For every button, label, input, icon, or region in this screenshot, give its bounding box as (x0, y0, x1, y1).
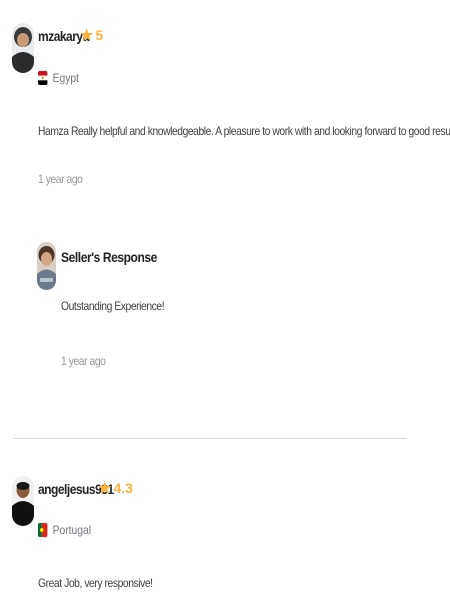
seller-response-time: 1 year ago (61, 354, 106, 368)
reviewer-avatar[interactable] (12, 23, 34, 73)
seller-response-title: Seller's Response (61, 249, 157, 265)
avatar-photo-icon (37, 242, 56, 290)
avatar-photo-icon (12, 23, 34, 73)
rating-badge: ★ 4.3 (98, 480, 133, 496)
rating-badge: ★ 5 (80, 27, 103, 43)
review-divider (13, 438, 407, 439)
country-name: Portugal (52, 523, 92, 537)
avatar-photo-icon (12, 476, 34, 526)
star-icon: ★ (98, 479, 112, 497)
seller-avatar[interactable] (37, 242, 56, 290)
country-name: Egypt (52, 71, 80, 85)
review-text: Hamza Really helpful and knowledgeable. … (38, 124, 450, 138)
rating-value: 4.3 (113, 480, 133, 496)
reviewer-country: Egypt (38, 71, 79, 85)
star-icon: ★ (80, 26, 94, 44)
reviewer-country: Portugal (38, 523, 91, 537)
review-text: Great Job, very responsive! (38, 576, 153, 590)
reviewer-avatar[interactable] (12, 476, 34, 526)
portugal-flag-icon (38, 523, 48, 537)
seller-response-text: Outstanding Experience! (61, 299, 165, 313)
rating-value: 5 (95, 27, 104, 43)
egypt-flag-icon (38, 71, 48, 85)
review-time: 1 year ago (38, 172, 83, 186)
